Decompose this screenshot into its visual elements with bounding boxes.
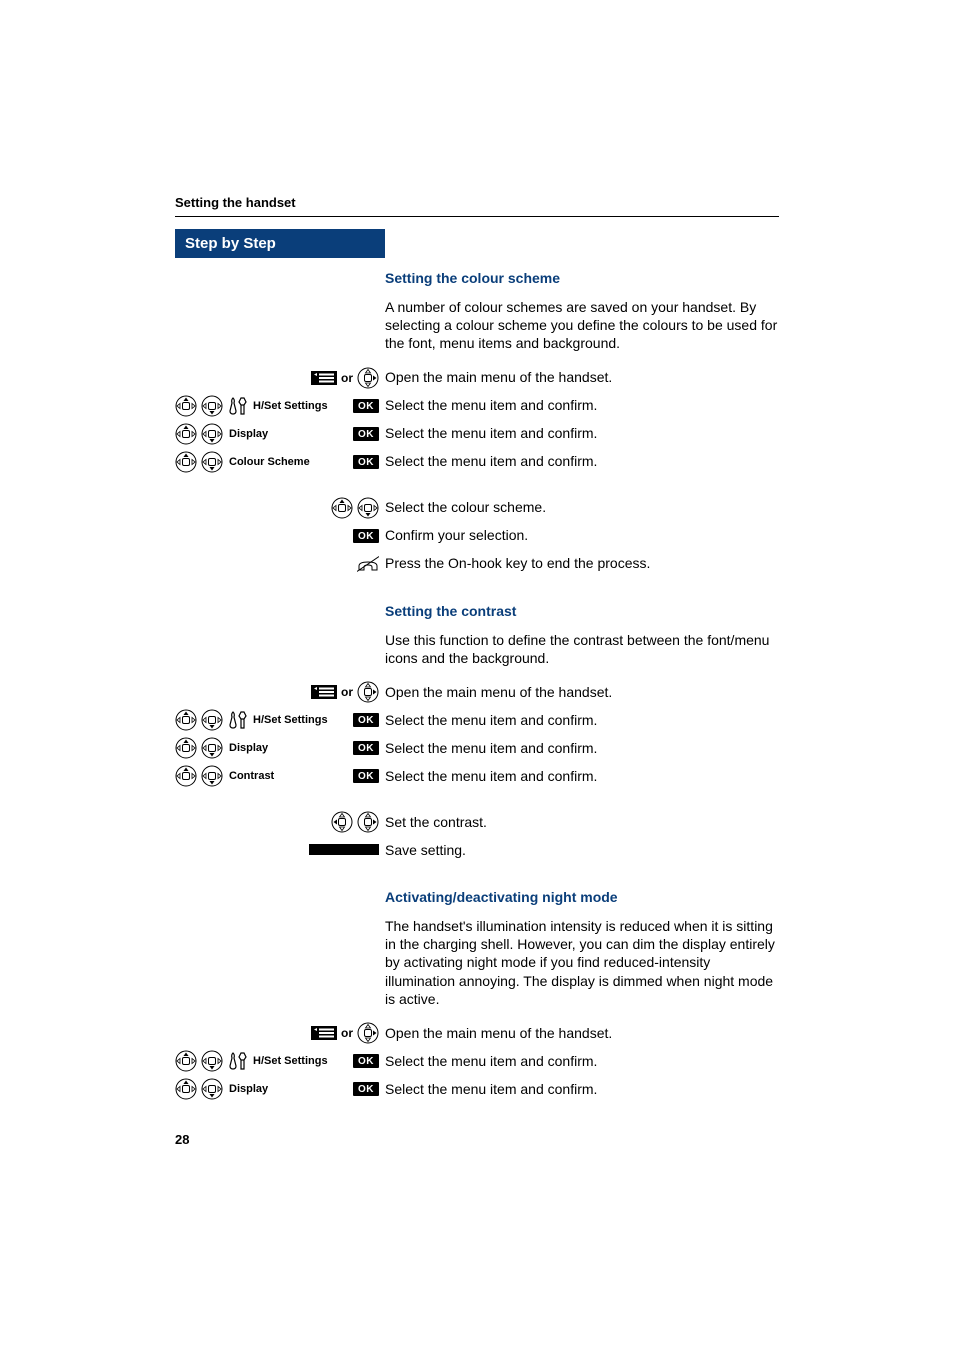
dpad-down-icon	[201, 1078, 223, 1100]
label-hset-3: H/Set Settings	[251, 1055, 349, 1067]
ok-chip: OK	[353, 741, 379, 755]
desc-display-2: Select the menu item and confirm.	[385, 739, 597, 757]
label-display-1: Display	[227, 428, 349, 440]
dpad-right-icon	[357, 367, 379, 389]
label-display-3: Display	[227, 1083, 349, 1095]
desc-select-scheme: Select the colour scheme.	[385, 498, 546, 516]
save-softkey-icon	[309, 844, 379, 855]
dpad-down-icon	[201, 709, 223, 731]
dpad-down-icon	[201, 451, 223, 473]
page-number: 28	[175, 1132, 779, 1147]
dpad-up-icon	[175, 765, 197, 787]
dpad-up-icon	[175, 1050, 197, 1072]
intro-contrast: Use this function to define the contrast…	[385, 631, 779, 667]
desc-hset-3: Select the menu item and confirm.	[385, 1052, 597, 1070]
dpad-right-icon	[357, 1022, 379, 1044]
ok-chip: OK	[353, 427, 379, 441]
label-hset-1: H/Set Settings	[251, 400, 349, 412]
or-label: or	[341, 371, 353, 385]
intro-night-mode: The handset's illumination intensity is …	[385, 917, 779, 1008]
dpad-up-icon	[175, 737, 197, 759]
main-menu-icon	[311, 685, 337, 699]
ok-chip: OK	[353, 713, 379, 727]
step-by-step-header: Step by Step	[175, 229, 385, 258]
main-menu-icon	[311, 371, 337, 385]
dpad-down-icon	[201, 395, 223, 417]
dpad-up-icon	[175, 423, 197, 445]
heading-night-mode: Activating/deactivating night mode	[385, 889, 618, 905]
dpad-down-icon	[201, 1050, 223, 1072]
dpad-up-icon	[175, 395, 197, 417]
desc-onhook: Press the On-hook key to end the process…	[385, 554, 650, 572]
dpad-down-icon	[357, 497, 379, 519]
dpad-up-icon	[331, 497, 353, 519]
dpad-down-icon	[201, 765, 223, 787]
intro-colour-scheme: A number of colour schemes are saved on …	[385, 298, 779, 353]
desc-hset-1: Select the menu item and confirm.	[385, 396, 597, 414]
desc-set-contrast: Set the contrast.	[385, 813, 487, 831]
or-label: or	[341, 1026, 353, 1040]
settings-tool-icon	[227, 1050, 247, 1072]
settings-tool-icon	[227, 395, 247, 417]
desc-save: Save setting.	[385, 841, 466, 859]
desc-open-main-3: Open the main menu of the handset.	[385, 1024, 612, 1042]
main-menu-icon	[311, 1026, 337, 1040]
ok-chip: OK	[353, 529, 379, 543]
page-header: Setting the handset	[175, 195, 779, 210]
label-contrast: Contrast	[227, 770, 349, 782]
ok-chip: OK	[353, 455, 379, 469]
desc-colour-scheme: Select the menu item and confirm.	[385, 452, 597, 470]
dpad-up-icon	[175, 709, 197, 731]
label-display-2: Display	[227, 742, 349, 754]
dpad-up-icon	[175, 1078, 197, 1100]
dpad-down-icon	[201, 423, 223, 445]
on-hook-icon	[357, 556, 379, 572]
label-colour-scheme: Colour Scheme	[227, 456, 349, 468]
settings-tool-icon	[227, 709, 247, 731]
dpad-right-icon	[357, 681, 379, 703]
heading-contrast: Setting the contrast	[385, 603, 516, 619]
ok-chip: OK	[353, 769, 379, 783]
dpad-down-icon	[201, 737, 223, 759]
desc-contrast: Select the menu item and confirm.	[385, 767, 597, 785]
desc-open-main-1: Open the main menu of the handset.	[385, 368, 612, 386]
ok-chip: OK	[353, 399, 379, 413]
dpad-up-icon	[175, 451, 197, 473]
desc-hset-2: Select the menu item and confirm.	[385, 711, 597, 729]
desc-display-1: Select the menu item and confirm.	[385, 424, 597, 442]
heading-colour-scheme: Setting the colour scheme	[385, 270, 560, 286]
desc-confirm-sel: Confirm your selection.	[385, 526, 528, 544]
dpad-right-icon	[357, 811, 379, 833]
dpad-left-icon	[331, 811, 353, 833]
label-hset-2: H/Set Settings	[251, 714, 349, 726]
ok-chip: OK	[353, 1082, 379, 1096]
desc-display-3: Select the menu item and confirm.	[385, 1080, 597, 1098]
or-label: or	[341, 685, 353, 699]
header-divider	[175, 216, 779, 217]
ok-chip: OK	[353, 1054, 379, 1068]
desc-open-main-2: Open the main menu of the handset.	[385, 683, 612, 701]
